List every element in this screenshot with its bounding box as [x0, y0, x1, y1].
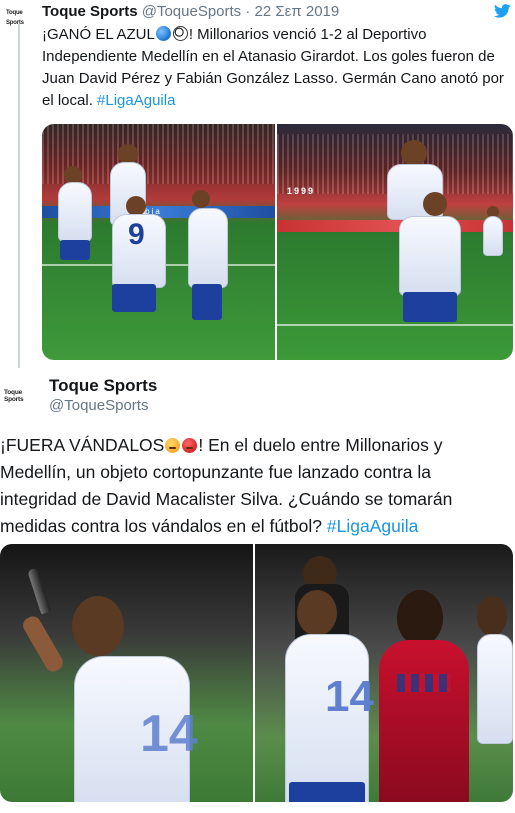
tweet-media-grid: 14 14 [0, 544, 513, 802]
tweet-text: ¡FUERA VÁNDALOS! En el duelo entre Millo… [0, 432, 510, 540]
context-separator: · [245, 3, 251, 20]
context-avatar[interactable]: Toque Sports [6, 8, 32, 26]
context-media-grid: Colombia 9 1999 [42, 124, 513, 360]
context-author-handle[interactable]: @ToqueSports [142, 3, 241, 20]
tweet-text-start: ¡FUERA VÁNDALOS [0, 435, 165, 455]
celebration-photo-right[interactable]: 1999 [277, 124, 513, 360]
stadium-banner-text: 1999 [287, 186, 316, 196]
soccer-ball-icon [172, 26, 188, 41]
blue-circle-icon [155, 26, 171, 41]
author-avatar[interactable]: Toque Sports [4, 389, 38, 403]
context-hashtag-link[interactable]: #LigaAguila [97, 92, 175, 109]
context-text-start: ¡GANÓ EL AZUL [42, 26, 155, 43]
pouting-face-icon [182, 438, 198, 453]
jersey-number: 14 [140, 705, 198, 763]
twitter-bird-icon[interactable] [494, 4, 511, 18]
knife-object [27, 567, 51, 615]
context-timestamp[interactable]: 22 Σεπ 2019 [255, 3, 340, 20]
angry-face-icon [165, 438, 181, 453]
jersey-number: 14 [325, 672, 374, 721]
knife-photo-left[interactable]: 14 [0, 544, 253, 802]
celebration-photo-left[interactable]: Colombia 9 [42, 124, 275, 360]
context-header: Toque Sports @ToqueSports · 22 Σεπ 2019 [42, 2, 507, 22]
author-name[interactable]: Toque Sports [49, 376, 157, 396]
jersey-number: 9 [128, 218, 145, 251]
tweet-hashtag-link[interactable]: #LigaAguila [327, 516, 418, 536]
author-handle[interactable]: @ToqueSports [49, 396, 148, 416]
context-author-name[interactable]: Toque Sports [42, 3, 138, 20]
thread-line [18, 24, 20, 368]
knife-photo-right[interactable]: 14 [255, 544, 513, 802]
context-tweet-text: ¡GANÓ EL AZUL! Millonarios venció 1-2 al… [42, 24, 510, 112]
